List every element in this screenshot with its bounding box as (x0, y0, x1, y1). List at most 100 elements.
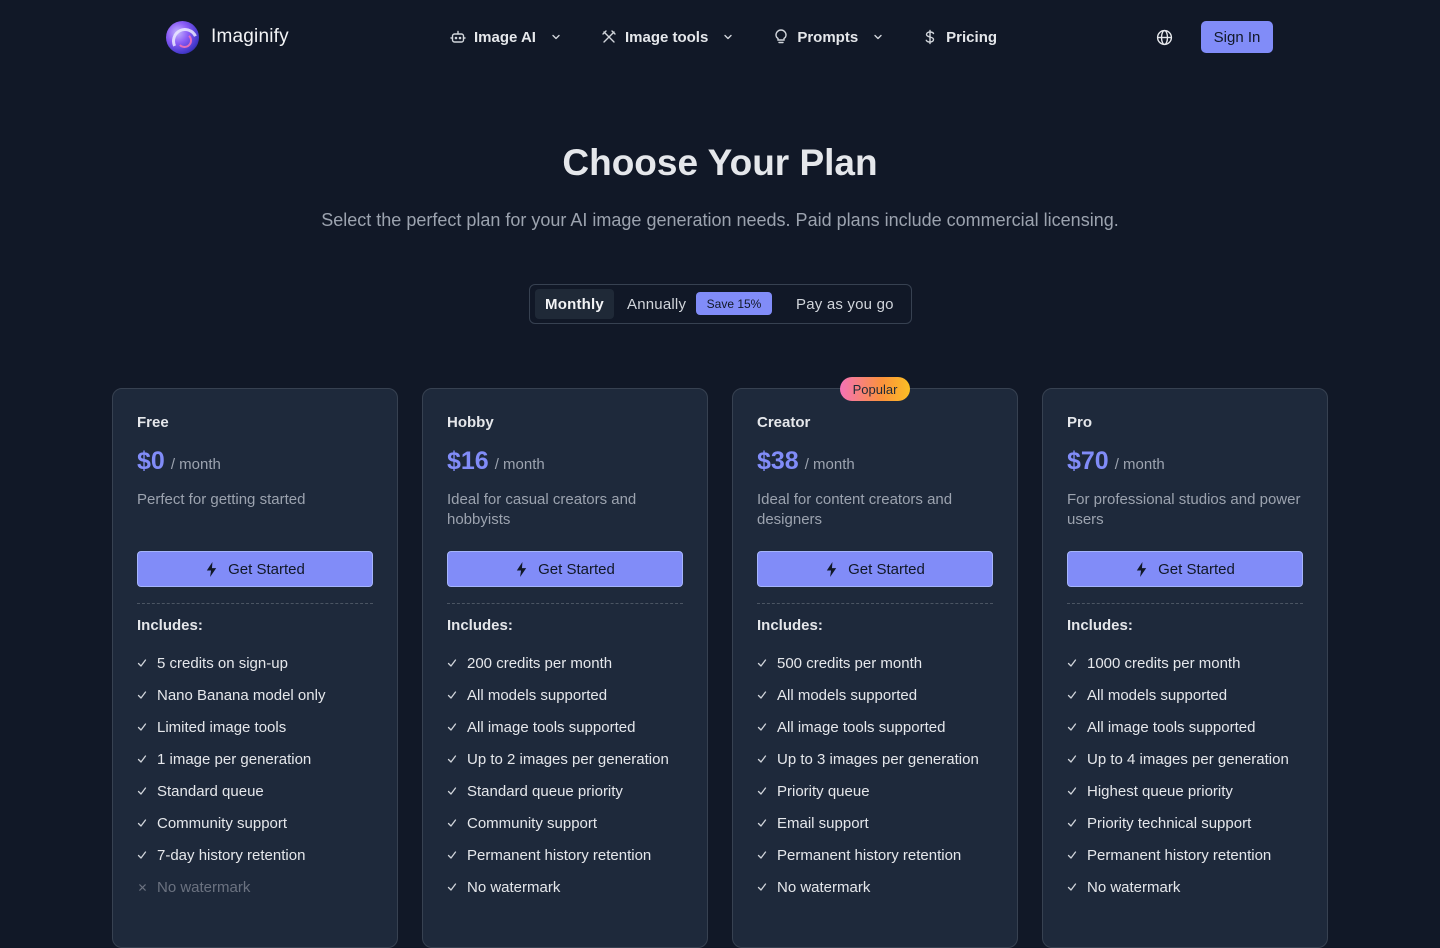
check-icon (137, 690, 147, 700)
includes-heading: Includes: (137, 617, 203, 634)
feature-text: All models supported (1087, 686, 1228, 704)
card-divider (757, 603, 993, 604)
check-icon (1067, 754, 1077, 764)
price-row: $16 / month (447, 447, 545, 476)
feature-text: 7-day history retention (157, 846, 306, 864)
cta-label: Get Started (848, 560, 925, 578)
brand-logo[interactable]: Imaginify (166, 20, 289, 54)
check-icon (757, 658, 767, 668)
feature-text: Community support (467, 814, 598, 832)
feature-item: Up to 2 images per generation (447, 743, 697, 775)
plan-price: $0 (137, 447, 165, 475)
price-row: $70 / month (1067, 447, 1165, 476)
check-icon (447, 882, 457, 892)
check-icon (1067, 882, 1077, 892)
get-started-button[interactable]: Get Started (1067, 551, 1303, 587)
billing-pay-as-you-go-tab[interactable]: Pay as you go (796, 289, 894, 319)
feature-item: Permanent history retention (757, 839, 1007, 871)
nav-prompts[interactable]: Prompts (773, 22, 884, 52)
feature-item: Standard queue (137, 775, 387, 807)
feature-text: Standard queue priority (467, 782, 623, 800)
plan-period: / month (804, 456, 855, 473)
feature-text: Up to 3 images per generation (777, 750, 979, 768)
feature-list: 200 credits per month All models support… (447, 647, 697, 903)
feature-text: 1 image per generation (157, 750, 312, 768)
feature-item: All image tools supported (757, 711, 1007, 743)
nav-label: Pricing (946, 28, 998, 46)
robot-icon (450, 29, 466, 45)
billing-toggle: Monthly Annually Save 15% Pay as you go (529, 284, 912, 324)
check-icon (757, 818, 767, 828)
get-started-button[interactable]: Get Started (447, 551, 683, 587)
feature-item: 1 image per generation (137, 743, 387, 775)
globe-icon[interactable] (1155, 28, 1173, 46)
feature-text: Permanent history retention (777, 846, 962, 864)
feature-item: Priority queue (757, 775, 1007, 807)
cta-label: Get Started (1158, 560, 1235, 578)
x-icon (137, 882, 147, 892)
check-icon (137, 850, 147, 860)
check-icon (757, 850, 767, 860)
plan-price: $16 (447, 447, 489, 475)
check-icon (757, 690, 767, 700)
feature-item: Standard queue priority (447, 775, 697, 807)
includes-heading: Includes: (447, 617, 513, 634)
cta-label: Get Started (538, 560, 615, 578)
nav-pricing[interactable]: Pricing (922, 22, 997, 52)
feature-text: Community support (157, 814, 288, 832)
lightbulb-icon (773, 29, 789, 45)
bolt-icon (825, 561, 838, 577)
main-nav: Image AI Image tools Prompts Pricing (450, 22, 997, 52)
feature-item: 1000 credits per month (1067, 647, 1317, 679)
check-icon (137, 722, 147, 732)
nav-image-tools[interactable]: Image tools (601, 22, 734, 52)
feature-text: All image tools supported (1087, 718, 1256, 736)
check-icon (447, 690, 457, 700)
plan-name: Free (137, 414, 169, 431)
get-started-button[interactable]: Get Started (137, 551, 373, 587)
check-icon (757, 882, 767, 892)
feature-item: 200 credits per month (447, 647, 697, 679)
feature-text: Email support (777, 814, 869, 832)
card-divider (137, 603, 373, 604)
feature-list: 500 credits per month All models support… (757, 647, 1007, 903)
feature-item: Up to 4 images per generation (1067, 743, 1317, 775)
nav-image-ai[interactable]: Image AI (450, 22, 562, 52)
feature-item: All models supported (447, 679, 697, 711)
check-icon (1067, 850, 1077, 860)
feature-text: No watermark (1087, 878, 1181, 896)
feature-item: 500 credits per month (757, 647, 1007, 679)
tools-icon (601, 29, 617, 45)
feature-item: All models supported (757, 679, 1007, 711)
feature-text: Nano Banana model only (157, 686, 326, 704)
plan-period: / month (1114, 456, 1165, 473)
plan-name: Creator (757, 414, 811, 431)
plan-name: Hobby (447, 414, 494, 431)
feature-text: Permanent history retention (1087, 846, 1272, 864)
feature-item: No watermark (137, 871, 387, 903)
check-icon (447, 786, 457, 796)
feature-item: No watermark (757, 871, 1007, 903)
save-badge: Save 15% (696, 292, 772, 315)
feature-item: Community support (447, 807, 697, 839)
check-icon (757, 754, 767, 764)
dollar-icon (922, 29, 938, 45)
check-icon (447, 754, 457, 764)
sign-in-button[interactable]: Sign In (1201, 21, 1273, 53)
billing-annually-tab[interactable]: Annually (627, 289, 686, 319)
check-icon (137, 818, 147, 828)
check-icon (447, 722, 457, 732)
get-started-button[interactable]: Get Started (757, 551, 993, 587)
feature-text: Up to 4 images per generation (1087, 750, 1289, 768)
feature-item: Permanent history retention (447, 839, 697, 871)
feature-item: All image tools supported (1067, 711, 1317, 743)
includes-heading: Includes: (1067, 617, 1133, 634)
nav-label: Image tools (624, 28, 709, 46)
plan-price: $38 (757, 447, 799, 475)
feature-item: Nano Banana model only (137, 679, 387, 711)
billing-monthly-tab[interactable]: Monthly (535, 289, 614, 319)
logo-icon (166, 20, 199, 54)
feature-text: 200 credits per month (467, 654, 613, 672)
feature-text: No watermark (777, 878, 871, 896)
feature-item: Limited image tools (137, 711, 387, 743)
